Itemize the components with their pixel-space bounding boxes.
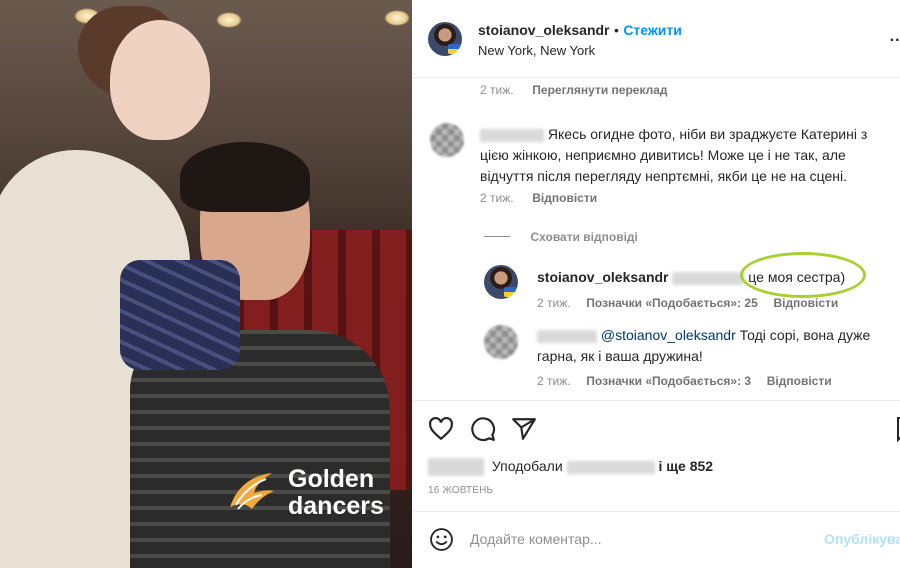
ukraine-flag-icon: [448, 44, 460, 54]
separator-dot: •: [613, 22, 619, 38]
action-bar: [412, 400, 900, 456]
likes-prefix: Уподобали: [491, 458, 563, 474]
likes-count[interactable]: і ще 852: [658, 458, 713, 474]
man-hair: [180, 142, 310, 212]
comment-meta: 2 тиж. Відповісти: [480, 191, 597, 205]
follow-button[interactable]: Стежити: [623, 22, 682, 38]
blurred-liker-avatars: [428, 458, 484, 477]
see-translation-button[interactable]: Переглянути переклад: [532, 83, 667, 97]
logo-line2: dancers: [288, 492, 384, 520]
reply-button[interactable]: Відповісти: [773, 296, 838, 310]
hide-replies-toggle[interactable]: Сховати відповіді: [484, 228, 638, 246]
reply-button[interactable]: Відповісти: [767, 374, 832, 388]
blurred-username[interactable]: [537, 329, 597, 343]
reply-age[interactable]: 2 тиж.: [537, 374, 571, 388]
heart-icon[interactable]: [428, 416, 454, 442]
reply-meta: 2 тиж. Позначки «Подобається»: 3 Відпові…: [537, 374, 832, 388]
golden-dancers-logo: Golden dancers: [226, 466, 384, 520]
highlight-circle: [740, 252, 866, 298]
post-location[interactable]: New York, New York: [478, 43, 595, 58]
post-photo[interactable]: Golden dancers: [0, 0, 412, 568]
emoji-icon[interactable]: [429, 527, 454, 552]
ukraine-flag-icon: [504, 287, 516, 297]
reply-button[interactable]: Відповісти: [532, 191, 597, 205]
more-options-button[interactable]: ...: [890, 28, 900, 46]
reply-likes-count[interactable]: Позначки «Подобається»: 3: [586, 374, 751, 388]
reply-likes-count[interactable]: Позначки «Подобається»: 25: [586, 296, 757, 310]
likes-summary[interactable]: Уподобали і ще 852: [428, 458, 713, 477]
woman-head: [110, 20, 210, 140]
commenter-avatar[interactable]: [484, 325, 518, 359]
author-avatar[interactable]: [484, 265, 518, 299]
hide-replies-label: Сховати відповіді: [530, 230, 638, 244]
post-date[interactable]: 16 ЖОВТЕНЬ: [428, 485, 493, 496]
author-avatar[interactable]: [428, 22, 462, 56]
commenter-avatar[interactable]: [430, 123, 464, 157]
comment-age[interactable]: 2 тиж.: [480, 191, 514, 205]
reply-meta: 2 тиж. Позначки «Подобається»: 25 Відпов…: [537, 296, 838, 310]
reply-age[interactable]: 2 тиж.: [537, 296, 571, 310]
comment-age[interactable]: 2 тиж.: [480, 83, 514, 97]
ceiling-light: [216, 12, 242, 28]
divider-line: [484, 236, 510, 238]
reply-mention[interactable]: @stoianov_oleksandr: [601, 327, 736, 343]
dancer-logo-icon: [226, 467, 278, 519]
post-header: stoianov_oleksandr • Стежити New York, N…: [412, 0, 900, 78]
author-username[interactable]: stoianov_oleksandr: [478, 22, 610, 38]
publish-button[interactable]: Опублікувати: [824, 531, 900, 547]
striped-sleeve: [120, 260, 240, 370]
post-panel: stoianov_oleksandr • Стежити New York, N…: [412, 0, 900, 568]
reply-username[interactable]: stoianov_oleksandr: [537, 269, 669, 285]
comment: Якесь огидне фото, ніби ви зраджуєте Кат…: [480, 124, 885, 187]
caption-meta: 2 тиж. Переглянути переклад: [480, 83, 668, 97]
blurred-username[interactable]: [480, 128, 544, 142]
bookmark-icon[interactable]: [896, 416, 900, 442]
logo-line1: Golden: [288, 465, 375, 493]
ceiling-light: [384, 10, 410, 26]
reply: @stoianov_oleksandr Тоді сорі, вона дуже…: [537, 325, 892, 367]
share-icon[interactable]: [511, 416, 537, 442]
blurred-mention[interactable]: [672, 271, 745, 285]
comment-input[interactable]: Додайте коментар...: [470, 531, 602, 547]
blurred-liker-name[interactable]: [566, 460, 655, 474]
comment-composer: Додайте коментар... Опублікувати: [412, 511, 900, 568]
comment-icon[interactable]: [470, 416, 496, 442]
